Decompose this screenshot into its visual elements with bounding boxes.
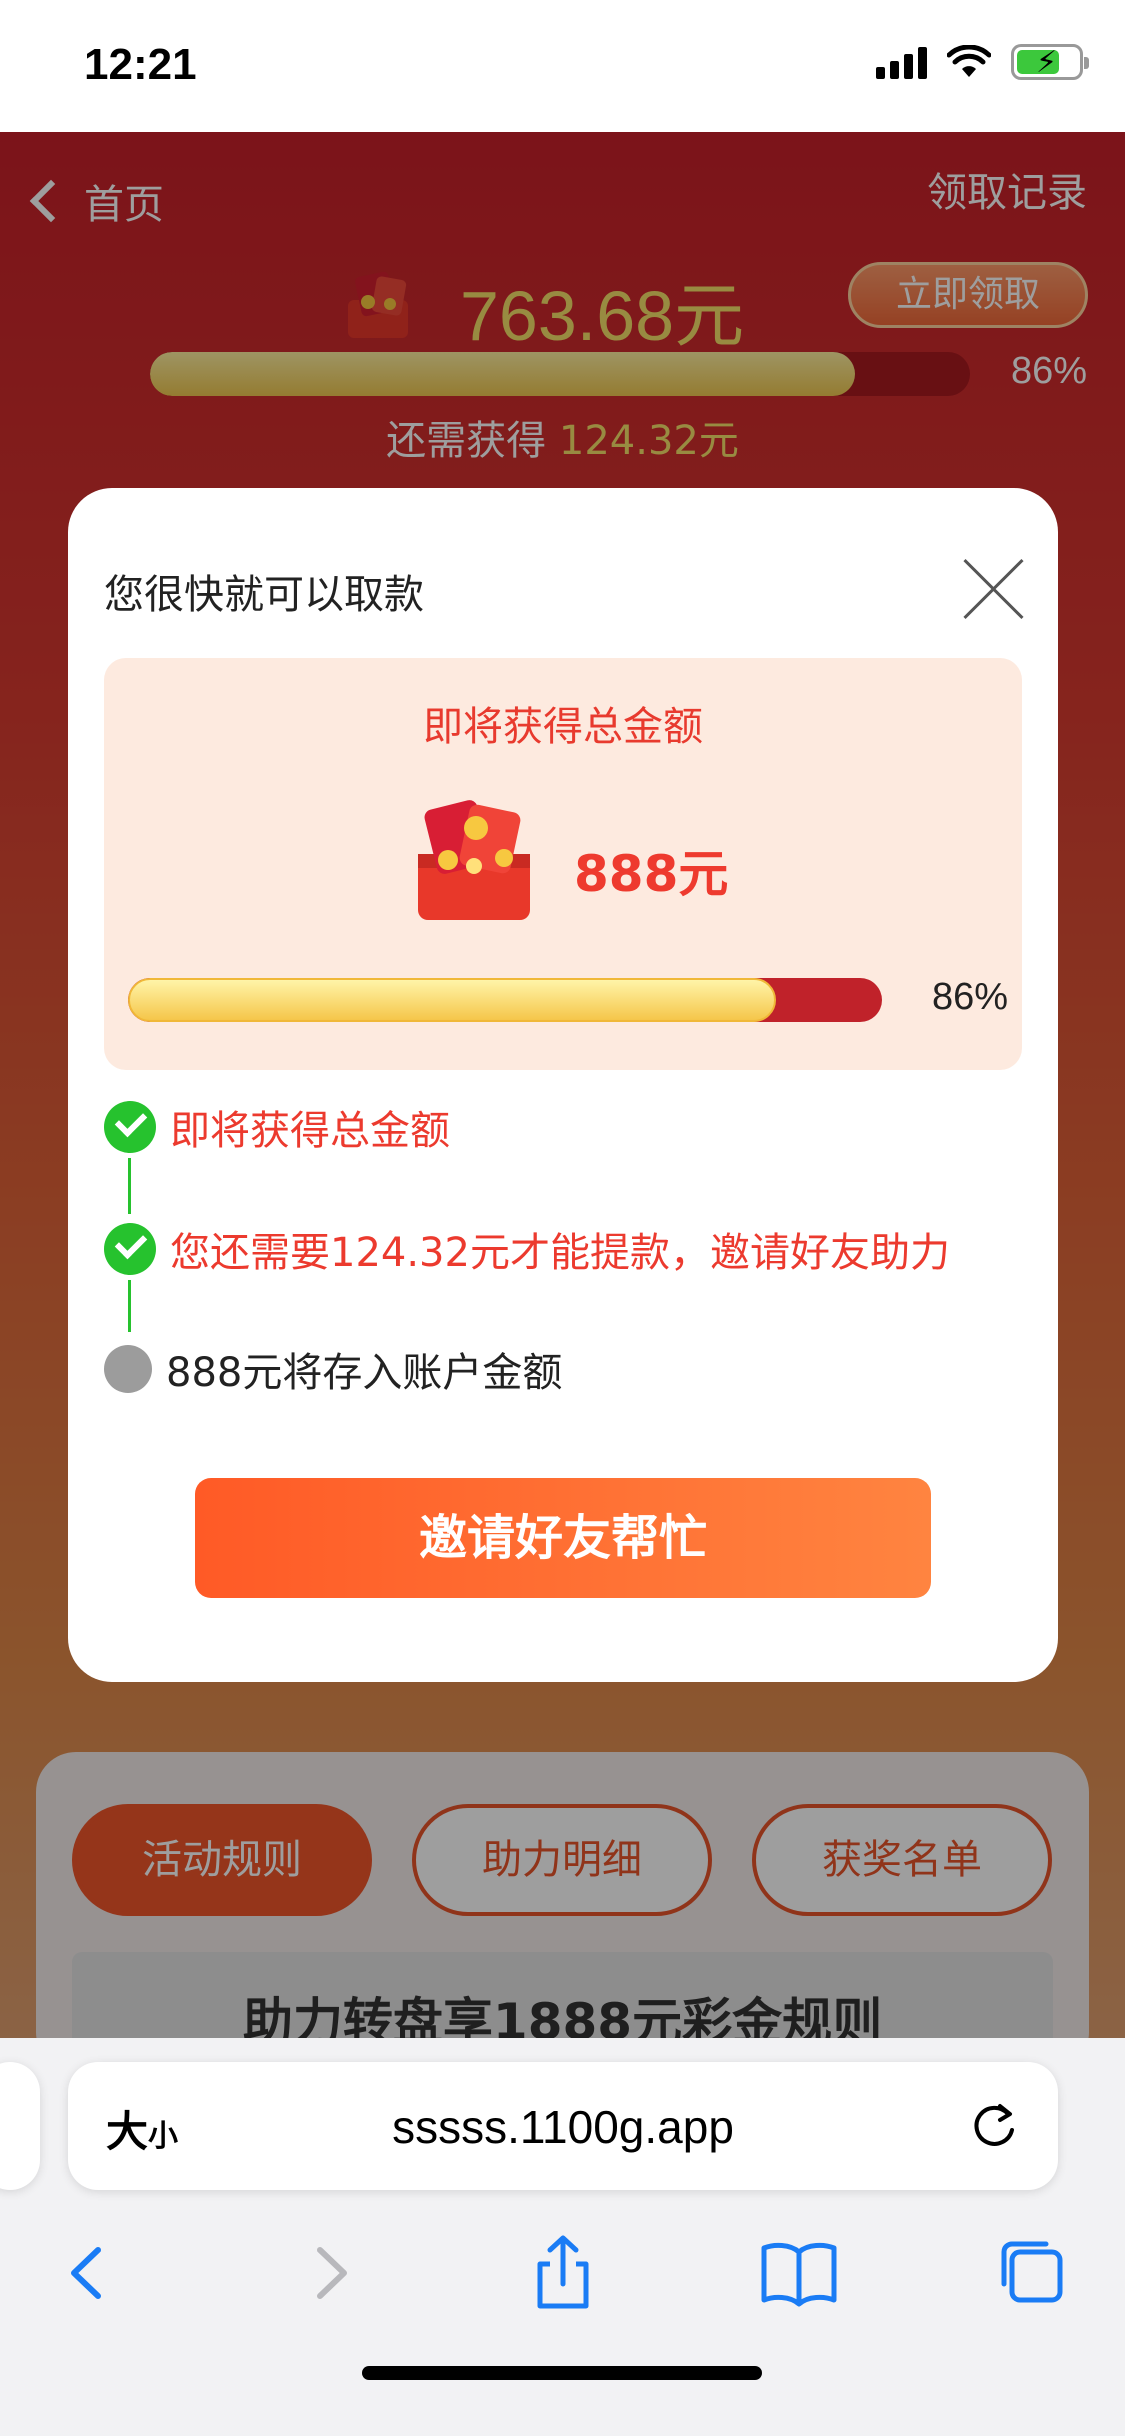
close-icon[interactable] xyxy=(962,558,1024,620)
back-arrow-icon[interactable] xyxy=(42,2228,132,2318)
step-item: 888元将存入账户金额 xyxy=(104,1340,562,1398)
red-envelope-gift-icon xyxy=(418,800,530,920)
tabs-icon[interactable] xyxy=(988,2228,1078,2318)
url-text: sssss.1100g.app xyxy=(392,2101,734,2153)
bookmarks-icon[interactable] xyxy=(754,2228,844,2318)
step-label: 即将获得总金额 xyxy=(170,1108,450,1154)
check-circle-icon xyxy=(104,1101,156,1153)
reload-icon[interactable] xyxy=(968,2100,1020,2152)
pending-circle-icon xyxy=(104,1345,152,1393)
previous-tab-edge[interactable] xyxy=(0,2062,40,2190)
modal-progress-bar xyxy=(128,978,882,1022)
amount-heading: 即将获得总金额 xyxy=(423,704,703,750)
step-connector xyxy=(128,1158,131,1214)
home-indicator xyxy=(362,2366,762,2380)
step-item: 即将获得总金额 xyxy=(104,1098,450,1156)
modal-progress-percent: 86% xyxy=(931,976,1008,1018)
modal-title: 您很快就可以取款 xyxy=(104,572,424,618)
modal-progress-fill xyxy=(128,978,777,1022)
step-connector xyxy=(128,1280,131,1332)
step-label: 888元将存入账户金额 xyxy=(166,1350,563,1396)
address-bar[interactable]: 大小 sssss.1100g.app xyxy=(68,2062,1058,2190)
withdraw-modal: 您很快就可以取款 即将获得总金额 888元 86% 即将获得总金额 您还需要12… xyxy=(68,488,1058,1682)
step-item: 您还需要124.32元才能提款，邀请好友助力 xyxy=(104,1220,950,1278)
share-icon[interactable] xyxy=(518,2228,608,2318)
wifi-icon xyxy=(947,45,991,77)
status-bar: 12:21 ⚡ xyxy=(0,0,1125,132)
invite-friends-button[interactable]: 邀请好友帮忙 xyxy=(195,1478,931,1598)
step-label: 您还需要124.32元才能提款，邀请好友助力 xyxy=(170,1230,950,1276)
total-amount-value: 888元 xyxy=(574,845,729,903)
forward-arrow-icon[interactable] xyxy=(286,2228,376,2318)
status-time: 12:21 xyxy=(84,40,197,89)
battery-icon: ⚡ xyxy=(1011,44,1089,80)
cellular-signal-icon xyxy=(876,45,927,79)
check-circle-icon xyxy=(104,1223,156,1275)
amount-card: 即将获得总金额 888元 86% xyxy=(104,658,1022,1070)
status-icons: ⚡ xyxy=(876,44,1089,80)
